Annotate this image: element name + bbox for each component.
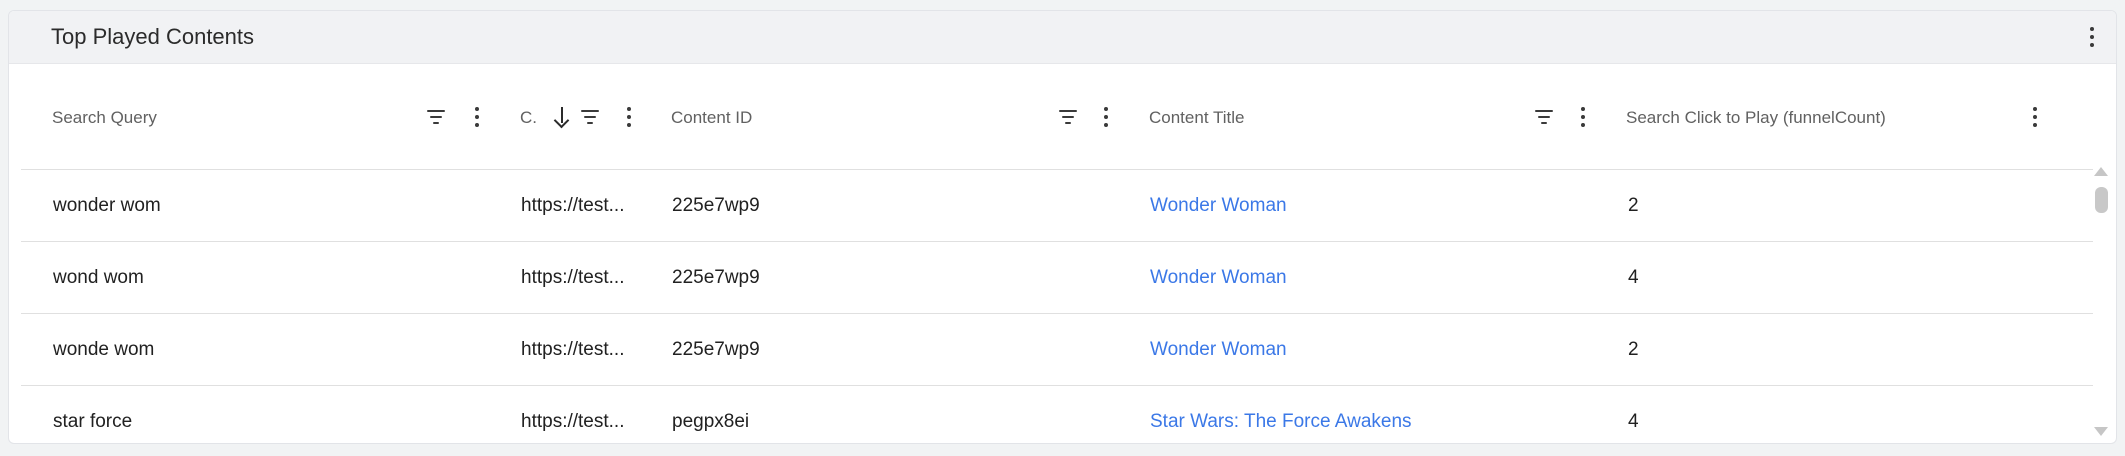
column-header-label: Content ID <box>671 107 753 127</box>
cell-funnel-count: 2 <box>1628 339 1639 360</box>
column-more-vert-icon[interactable] <box>463 103 491 131</box>
column-header-label: Search Click to Play (funnelCount) <box>1626 107 1886 127</box>
cell-content-title-link[interactable]: Wonder Woman <box>1150 170 1287 242</box>
column-header-label: C. <box>520 107 537 127</box>
grid-body: wonder wom https://test... 225e7wp9 Wond… <box>21 170 2093 443</box>
cell-content-id: pegpx8ei <box>672 411 750 432</box>
column-header-c[interactable]: C. <box>520 65 537 170</box>
cell-url: https://test... <box>521 339 625 360</box>
table-row[interactable]: wonde wom https://test... 225e7wp9 Wonde… <box>21 314 2093 386</box>
cell-url: https://test... <box>521 195 625 216</box>
table-row[interactable]: wonder wom https://test... 225e7wp9 Wond… <box>21 170 2093 242</box>
filter-icon[interactable] <box>576 103 604 131</box>
column-header-label: Content Title <box>1149 107 1245 127</box>
column-more-vert-icon[interactable] <box>615 103 643 131</box>
cell-funnel-count: 4 <box>1628 267 1639 288</box>
cell-url: https://test... <box>521 267 625 288</box>
cell-content-id: 225e7wp9 <box>672 267 760 288</box>
column-header-search-query[interactable]: Search Query <box>52 65 157 170</box>
top-played-contents-card: Top Played Contents Search Query C. Cont… <box>8 10 2117 444</box>
column-more-vert-icon[interactable] <box>2021 103 2049 131</box>
cell-search-query: wond wom <box>53 267 144 288</box>
column-more-vert-icon[interactable] <box>1092 103 1120 131</box>
table-row[interactable]: star force https://test... pegpx8ei Star… <box>21 386 2093 443</box>
cell-content-title-link[interactable]: Star Wars: The Force Awakens <box>1150 386 1412 443</box>
cell-search-query: star force <box>53 411 133 432</box>
column-header-label: Search Query <box>52 107 157 127</box>
card-more-vert-icon[interactable] <box>2078 23 2106 51</box>
vertical-scrollbar-thumb[interactable] <box>2095 187 2108 213</box>
data-grid: Search Query C. Content ID Content Title… <box>21 65 2093 443</box>
cell-funnel-count: 4 <box>1628 411 1639 432</box>
filter-icon[interactable] <box>1530 103 1558 131</box>
arrow-down-icon[interactable] <box>548 103 576 131</box>
cell-content-id: 225e7wp9 <box>672 195 760 216</box>
cell-search-query: wonde wom <box>53 339 155 360</box>
scroll-down-arrow-icon[interactable] <box>2094 427 2108 436</box>
cell-content-title-link[interactable]: Wonder Woman <box>1150 314 1287 386</box>
column-header-search-click-to-play[interactable]: Search Click to Play (funnelCount) <box>1626 65 1886 170</box>
filter-icon[interactable] <box>1054 103 1082 131</box>
cell-funnel-count: 2 <box>1628 195 1639 216</box>
column-header-content-id[interactable]: Content ID <box>671 65 752 170</box>
table-row[interactable]: wond wom https://test... 225e7wp9 Wonder… <box>21 242 2093 314</box>
cell-search-query: wonder wom <box>53 195 161 216</box>
scroll-up-arrow-icon[interactable] <box>2094 167 2108 176</box>
cell-content-id: 225e7wp9 <box>672 339 760 360</box>
column-header-content-title[interactable]: Content Title <box>1149 65 1244 170</box>
cell-content-title-link[interactable]: Wonder Woman <box>1150 242 1287 314</box>
column-more-vert-icon[interactable] <box>1569 103 1597 131</box>
cell-url: https://test... <box>521 411 625 432</box>
card-title: Top Played Contents <box>51 24 255 49</box>
card-header: Top Played Contents <box>9 11 2116 64</box>
filter-icon[interactable] <box>422 103 450 131</box>
grid-header-row: Search Query C. Content ID Content Title… <box>21 65 2093 170</box>
